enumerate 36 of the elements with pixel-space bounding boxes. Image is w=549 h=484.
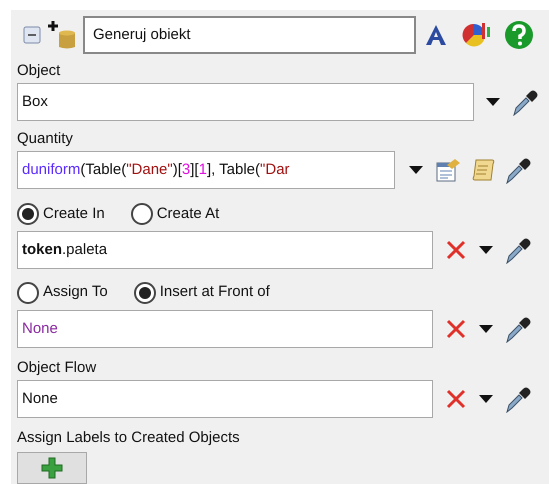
field-label: Object Flow	[17, 358, 98, 378]
field-label: Assign Labels to Created Objects	[17, 428, 241, 448]
clear-icon[interactable]	[445, 239, 467, 262]
input-field[interactable]: token.paleta	[17, 231, 433, 270]
input-field[interactable]: None	[17, 380, 433, 418]
add-label-button[interactable]	[17, 452, 87, 484]
eyedropper-icon[interactable]	[505, 156, 531, 184]
dropdown-caret-icon[interactable]	[479, 324, 493, 333]
clear-icon[interactable]	[445, 388, 467, 410]
radio-option[interactable]: Assign To	[17, 281, 108, 304]
dropdown-caret-icon[interactable]	[486, 98, 500, 106]
collapse-icon[interactable]	[23, 26, 41, 44]
code-field[interactable]: duniform(Table("Dane")[3][1], Table("Dar	[17, 150, 395, 189]
chart-icon[interactable]	[462, 21, 492, 50]
plus-cylinder-icon	[47, 19, 77, 52]
radio-option[interactable]: Create In	[17, 202, 105, 226]
properties-icon[interactable]	[435, 156, 461, 183]
clear-icon[interactable]	[445, 318, 467, 340]
scroll-icon[interactable]	[471, 156, 497, 183]
font-icon[interactable]	[424, 23, 448, 48]
help-icon[interactable]	[504, 20, 534, 50]
dropdown-caret-icon[interactable]	[479, 394, 493, 403]
input-field[interactable]: Box	[17, 82, 474, 121]
eyedropper-icon[interactable]	[505, 236, 531, 264]
plus-icon	[41, 456, 63, 479]
field-label: Object	[17, 60, 62, 81]
dropdown-caret-icon[interactable]	[409, 166, 423, 174]
radio-option[interactable]: Create At	[130, 202, 220, 226]
eyedropper-icon[interactable]	[505, 314, 531, 343]
radio-option[interactable]: Insert at Front of	[134, 281, 270, 304]
eyedropper-icon[interactable]	[512, 88, 538, 116]
input-field[interactable]: None	[17, 310, 433, 348]
name-field[interactable]: Generuj obiekt	[83, 16, 416, 54]
field-label: Quantity	[17, 128, 74, 149]
eyedropper-icon[interactable]	[505, 384, 531, 413]
dropdown-caret-icon[interactable]	[479, 246, 493, 254]
